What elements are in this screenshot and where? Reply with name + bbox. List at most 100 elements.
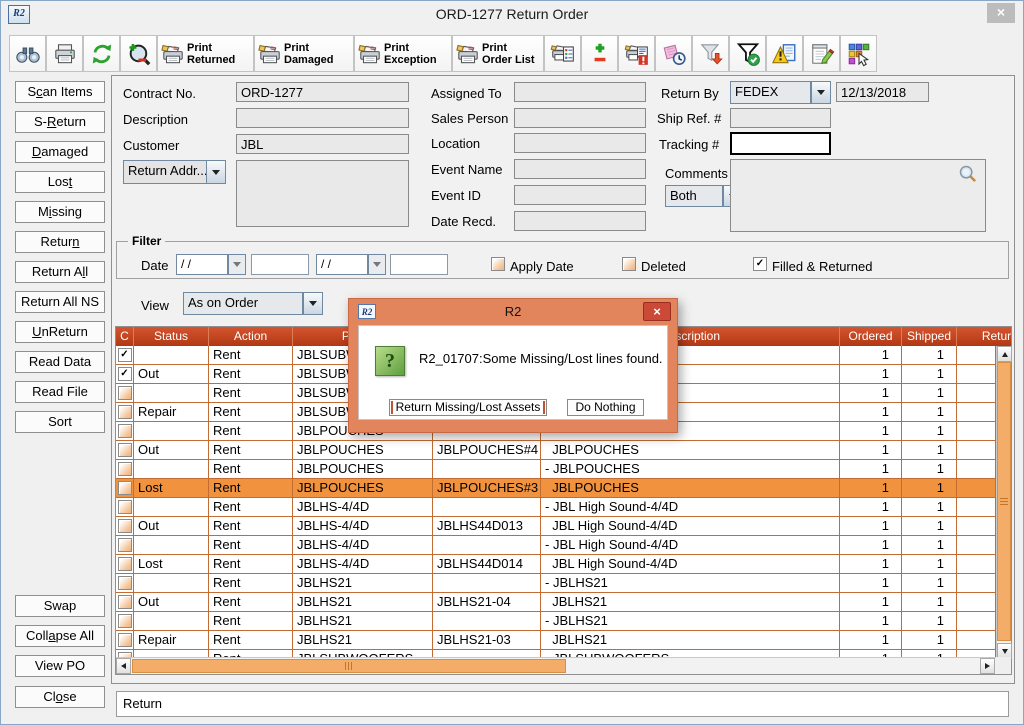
cell-returned[interactable]	[957, 631, 996, 650]
print-order-list-button[interactable]: PrintOrder List	[452, 35, 544, 72]
column-header-ordered[interactable]: Ordered	[840, 327, 902, 346]
table-row[interactable]: RentJBLHS21- JBLHS2111	[116, 612, 996, 631]
cell-status[interactable]: Out	[134, 365, 209, 384]
cell-product[interactable]: JBLHS21	[293, 593, 433, 612]
cell-returned[interactable]	[957, 441, 996, 460]
row-checkbox[interactable]	[118, 614, 132, 628]
cell-shipped[interactable]: 1	[902, 498, 957, 517]
event-name-field[interactable]	[514, 159, 646, 179]
cell-serial[interactable]	[433, 574, 541, 593]
row-checkbox[interactable]: ✓	[118, 348, 132, 362]
add-remove-button[interactable]	[581, 35, 618, 72]
cell-shipped[interactable]: 1	[902, 517, 957, 536]
cell-ordered[interactable]: 1	[840, 441, 902, 460]
cell-serial[interactable]: JBLPOUCHES#4	[433, 441, 541, 460]
row-checkbox[interactable]	[118, 538, 132, 552]
print-list-button[interactable]	[544, 35, 581, 72]
cell-product[interactable]: JBLPOUCHES	[293, 441, 433, 460]
sidebar-s-return-button[interactable]: S-Return	[15, 111, 105, 133]
sidebar-unreturn-button[interactable]: UnReturn	[15, 321, 105, 343]
cell-action[interactable]: Rent	[209, 479, 293, 498]
table-row[interactable]: OutRentJBLHS21JBLHS21-04 JBLHS2111	[116, 593, 996, 612]
sidebar-return-all-ns-button[interactable]: Return All NS	[15, 291, 105, 313]
cell-ordered[interactable]: 1	[840, 384, 902, 403]
cell-action[interactable]: Rent	[209, 498, 293, 517]
printer-button[interactable]	[46, 35, 83, 72]
cell-returned[interactable]	[957, 650, 996, 657]
cell-product[interactable]: JBLPOUCHES	[293, 479, 433, 498]
cell-serial[interactable]: JBLHS44D013	[433, 517, 541, 536]
sidebar-sort-button[interactable]: Sort	[15, 411, 105, 433]
table-row[interactable]: RepairRentJBLHS21JBLHS21-03 JBLHS2111	[116, 631, 996, 650]
cell-description[interactable]: JBLHS21	[541, 631, 840, 650]
row-checkbox[interactable]	[118, 519, 132, 533]
column-header-status[interactable]: Status	[134, 327, 209, 346]
refresh-button[interactable]	[83, 35, 120, 72]
cell-product[interactable]: JBLHS-4/4D	[293, 555, 433, 574]
notes-clock-button[interactable]	[655, 35, 692, 72]
cell-returned[interactable]	[957, 555, 996, 574]
table-row[interactable]: RentJBLHS-4/4D- JBL High Sound-4/4D11	[116, 498, 996, 517]
customer-field[interactable]: JBL	[236, 134, 409, 154]
cell-product[interactable]: JBLHS21	[293, 631, 433, 650]
sidebar-return-all-button[interactable]: Return All	[15, 261, 105, 283]
cell-product[interactable]: JBLHS21	[293, 612, 433, 631]
return-address-combo[interactable]: Return Addr...	[123, 160, 207, 184]
cell-product[interactable]: JBLHS-4/4D	[293, 498, 433, 517]
cell-description[interactable]: - JBL High Sound-4/4D	[541, 498, 840, 517]
sidebar-scan-items-button[interactable]: Scan Items	[15, 81, 105, 103]
cell-serial[interactable]	[433, 650, 541, 657]
cell-ordered[interactable]: 1	[840, 631, 902, 650]
funnel-down-button[interactable]	[692, 35, 729, 72]
cell-ordered[interactable]: 1	[840, 498, 902, 517]
row-checkbox[interactable]	[118, 595, 132, 609]
row-checkbox[interactable]	[118, 557, 132, 571]
cell-status[interactable]	[134, 650, 209, 657]
date-recd-field[interactable]	[514, 211, 646, 231]
cell-returned[interactable]	[957, 422, 996, 441]
cell-returned[interactable]	[957, 574, 996, 593]
cell-status[interactable]	[134, 384, 209, 403]
notepad-edit-button[interactable]	[803, 35, 840, 72]
window-close-button[interactable]: ×	[987, 3, 1015, 23]
cell-ordered[interactable]: 1	[840, 612, 902, 631]
deleted-checkbox[interactable]	[622, 257, 636, 271]
cell-status[interactable]	[134, 536, 209, 555]
cell-shipped[interactable]: 1	[902, 346, 957, 365]
table-row[interactable]: RentJBLSUBWOOFERS- JBLSUBWOOFERS11	[116, 650, 996, 657]
cell-description[interactable]: JBL High Sound-4/4D	[541, 517, 840, 536]
cell-ordered[interactable]: 1	[840, 365, 902, 384]
cell-returned[interactable]	[957, 365, 996, 384]
cell-ordered[interactable]: 1	[840, 517, 902, 536]
cell-returned[interactable]	[957, 346, 996, 365]
cell-action[interactable]: Rent	[209, 650, 293, 657]
cell-shipped[interactable]: 1	[902, 650, 957, 657]
cell-description[interactable]: - JBLSUBWOOFERS	[541, 650, 840, 657]
cell-description[interactable]: JBLPOUCHES	[541, 441, 840, 460]
table-row[interactable]: OutRentJBLHS-4/4DJBLHS44D013 JBL High So…	[116, 517, 996, 536]
row-checkbox[interactable]	[118, 386, 132, 400]
cell-description[interactable]: - JBLHS21	[541, 574, 840, 593]
cell-action[interactable]: Rent	[209, 441, 293, 460]
cell-shipped[interactable]: 1	[902, 479, 957, 498]
table-row[interactable]: OutRentJBLPOUCHESJBLPOUCHES#4 JBLPOUCHES…	[116, 441, 996, 460]
sidebar-read-file-button[interactable]: Read File	[15, 381, 105, 403]
cell-serial[interactable]: JBLHS44D014	[433, 555, 541, 574]
return-address-box[interactable]	[236, 160, 409, 227]
cell-product[interactable]: JBLSUBWOOFERS	[293, 650, 433, 657]
cell-serial[interactable]	[433, 498, 541, 517]
cell-returned[interactable]	[957, 384, 996, 403]
row-checkbox[interactable]: ✓	[118, 367, 132, 381]
grid-select-button[interactable]	[840, 35, 877, 72]
cell-action[interactable]: Rent	[209, 555, 293, 574]
row-checkbox[interactable]	[118, 405, 132, 419]
sidebar-damaged-button[interactable]: Damaged	[15, 141, 105, 163]
cell-status[interactable]: Lost	[134, 555, 209, 574]
sidebar-missing-button[interactable]: Missing	[15, 201, 105, 223]
column-header-c[interactable]: C	[116, 327, 134, 346]
table-row[interactable]: LostRentJBLHS-4/4DJBLHS44D014 JBL High S…	[116, 555, 996, 574]
cell-action[interactable]: Rent	[209, 346, 293, 365]
return-date-field[interactable]: 12/13/2018	[836, 82, 929, 102]
print-returned-button[interactable]: PrintReturned	[157, 35, 254, 72]
tracking-field[interactable]	[730, 132, 831, 155]
